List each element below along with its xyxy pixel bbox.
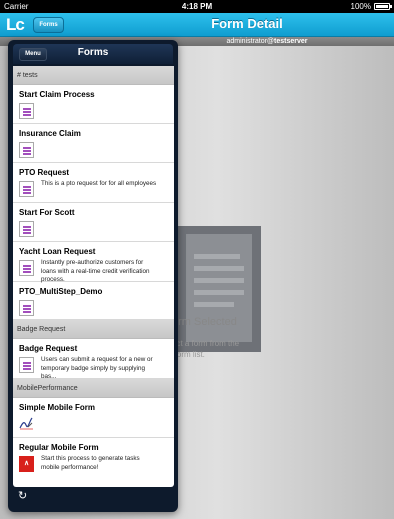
refresh-icon[interactable]: ↻ xyxy=(18,490,30,502)
item-description: This is a pto request for for all employ… xyxy=(41,180,157,187)
list-item[interactable]: Start For Scott xyxy=(13,203,174,242)
form-icon xyxy=(19,181,34,197)
form-icon xyxy=(19,221,34,237)
status-bar: Carrier 4:18 PM 100% xyxy=(0,0,394,13)
form-icon xyxy=(19,300,34,316)
top-nav-bar: Lc Forms Form Detail xyxy=(0,13,394,37)
item-description: Start this process to generate tasks mob… xyxy=(41,455,140,471)
list-item[interactable]: Regular Mobile Form ∧ Start this process… xyxy=(13,438,174,478)
list-item[interactable]: Yacht Loan Request Instantly pre-authori… xyxy=(13,242,174,283)
section-header: # tests xyxy=(13,66,174,85)
item-title: Yacht Loan Request xyxy=(19,247,96,256)
no-form-message: ect a form from the Form list. xyxy=(172,339,240,359)
battery-indicator: 100% xyxy=(350,2,392,11)
popover-footer: ↻ xyxy=(13,487,173,508)
form-icon xyxy=(19,357,34,373)
forms-button[interactable]: Forms xyxy=(33,17,64,33)
list-item[interactable]: PTO Request This is a pto request for fo… xyxy=(13,163,174,203)
list-item[interactable]: Insurance Claim xyxy=(13,124,174,163)
signature-icon xyxy=(19,416,34,430)
form-icon xyxy=(19,260,34,276)
form-icon xyxy=(19,142,34,158)
user-label: administrator@ xyxy=(226,38,275,45)
battery-icon xyxy=(374,3,392,10)
popover-header: Menu Forms xyxy=(13,44,173,64)
pdf-icon: ∧ xyxy=(19,456,34,472)
forms-list: # tests Start Claim Process Insurance Cl… xyxy=(13,66,174,487)
battery-percent: 100% xyxy=(350,2,371,11)
section-header: Badge Request xyxy=(13,320,174,339)
form-icon xyxy=(19,103,34,119)
item-title: PTO_MultiStep_Demo xyxy=(19,287,103,296)
document-placeholder-icon xyxy=(176,226,261,352)
popover-title: Forms xyxy=(77,47,109,58)
item-description: Users can submit a request for a new or … xyxy=(41,356,153,380)
no-form-title: orm Selected xyxy=(172,316,237,328)
list-item[interactable]: Simple Mobile Form xyxy=(13,398,174,438)
item-title: Regular Mobile Form xyxy=(19,443,99,452)
page-title: Form Detail xyxy=(211,16,283,31)
item-title: Simple Mobile Form xyxy=(19,403,96,412)
server-label: testserver xyxy=(274,38,308,45)
list-item[interactable]: Badge Request Users can submit a request… xyxy=(13,339,174,380)
list-item[interactable]: Start Claim Process xyxy=(13,85,174,124)
item-title: PTO Request xyxy=(19,168,70,177)
item-description: Instantly pre-authorize customers for lo… xyxy=(41,259,150,283)
section-header: MobilePerformance xyxy=(13,379,174,398)
clock: 4:18 PM xyxy=(181,2,213,11)
item-title: Insurance Claim xyxy=(19,129,81,138)
list-item[interactable]: PTO_MultiStep_Demo xyxy=(13,282,174,320)
item-title: Start Claim Process xyxy=(19,90,95,99)
item-title: Start For Scott xyxy=(19,208,75,217)
item-title: Badge Request xyxy=(19,344,78,353)
livecycle-logo: Lc xyxy=(6,15,25,34)
